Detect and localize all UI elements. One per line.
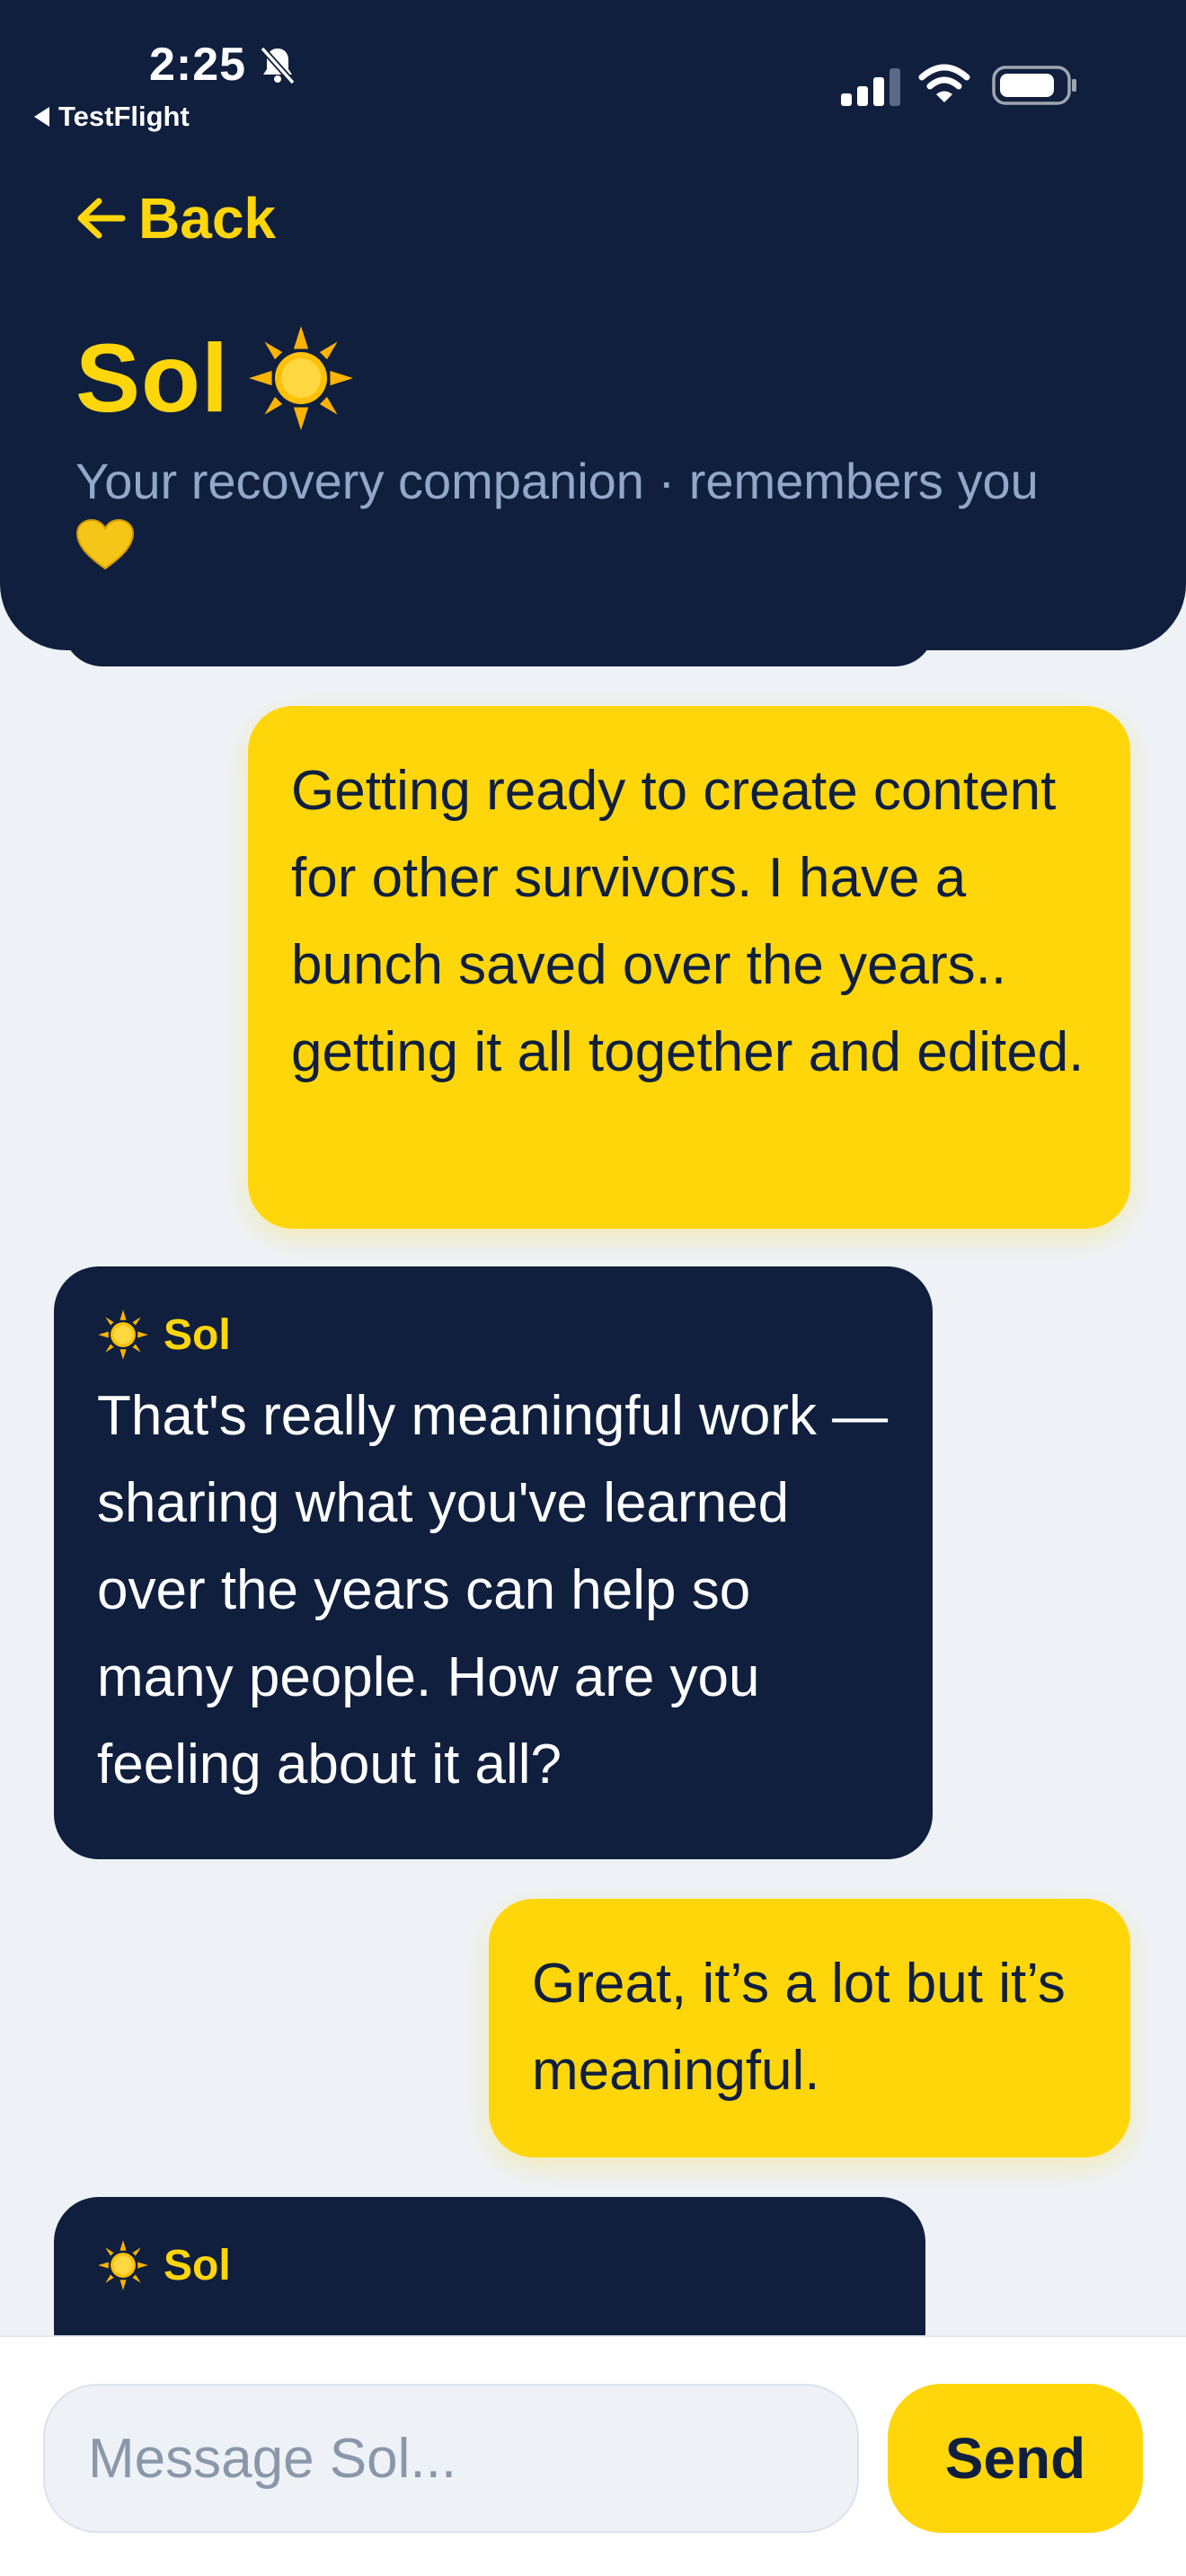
composer-bar: Send: [0, 2335, 1186, 2576]
yellow-heart-icon: [75, 518, 135, 570]
status-bar: 2:25 TestFlight: [0, 0, 1186, 135]
title-row: Sol: [75, 322, 354, 434]
chat-screen: Getting ready to create content for othe…: [0, 0, 1186, 2576]
wifi-icon: [918, 64, 970, 102]
chat-header: 2:25 TestFlight Back Sol Your recovery c…: [0, 0, 1186, 650]
back-label: Back: [138, 186, 276, 251]
send-button[interactable]: Send: [888, 2384, 1143, 2533]
sender-tag: Sol: [97, 2229, 882, 2301]
message-text: Getting ready to create content for othe…: [291, 760, 1084, 1083]
bell-slash-icon: [260, 46, 296, 85]
sender-tag: Sol: [97, 1299, 890, 1371]
sol-message-bubble: Sol That's really meaningful work — shar…: [54, 1266, 933, 1859]
sender-name: Sol: [164, 1310, 231, 1359]
signal-icon: [841, 68, 900, 106]
back-to-testflight-link[interactable]: TestFlight: [34, 101, 190, 133]
sun-icon: [98, 1310, 148, 1360]
user-message-bubble: Getting ready to create content for othe…: [248, 706, 1130, 1229]
sun-icon: [98, 2240, 148, 2290]
header-subtitle: Your recovery companion · remembers you: [75, 449, 1118, 578]
page-title: Sol: [75, 323, 230, 432]
sender-name: Sol: [164, 2241, 231, 2289]
arrow-left-icon: [77, 198, 126, 239]
triangle-left-icon: [34, 107, 49, 127]
back-app-label: TestFlight: [58, 101, 190, 132]
subtitle-text: Your recovery companion · remembers you: [75, 453, 1039, 509]
message-text: Great, it’s a lot but it’s meaningful.: [532, 1953, 1066, 2102]
back-button[interactable]: Back: [75, 185, 276, 251]
sun-icon: [249, 325, 354, 430]
battery-icon: [992, 66, 1076, 105]
message-text: That's really meaningful work — sharing …: [97, 1385, 889, 1795]
user-message-bubble: Great, it’s a lot but it’s meaningful.: [489, 1899, 1130, 2157]
status-time: 2:25: [149, 39, 247, 91]
message-input[interactable]: [43, 2384, 859, 2533]
